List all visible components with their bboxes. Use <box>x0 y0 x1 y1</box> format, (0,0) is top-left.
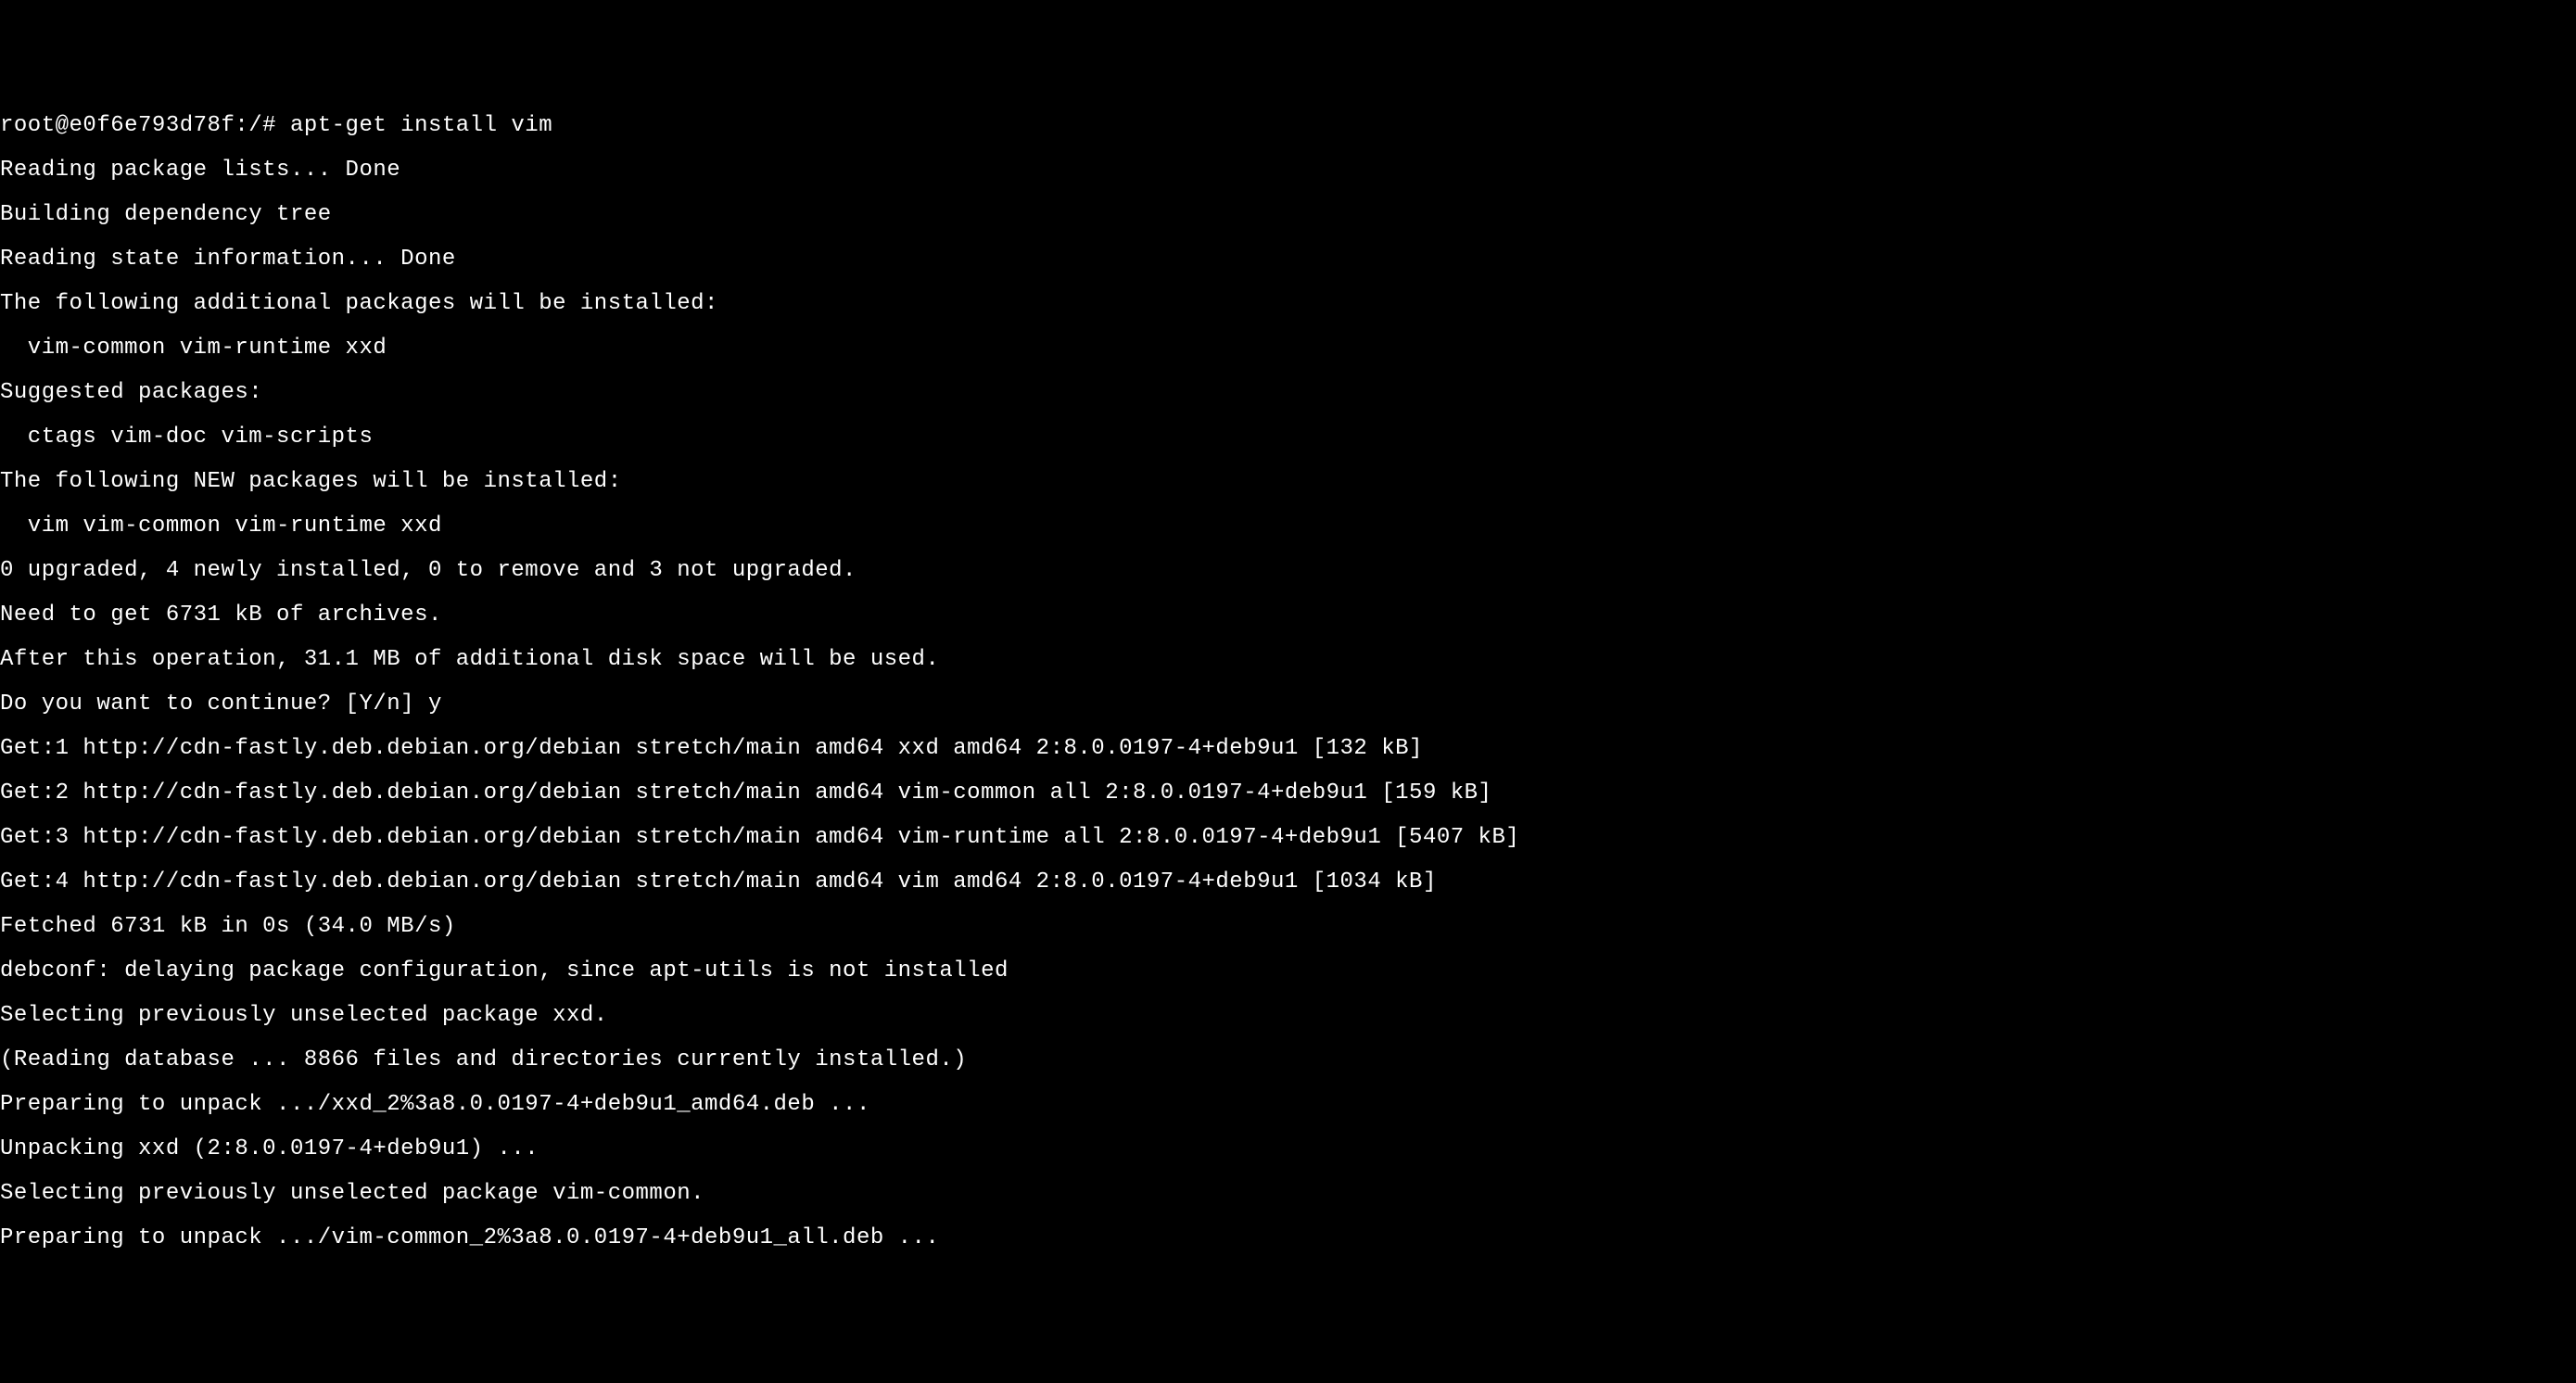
terminal-line: Get:4 http://cdn-fastly.deb.debian.org/d… <box>0 871 2576 894</box>
terminal-line: vim vim-common vim-runtime xxd <box>0 515 2576 538</box>
terminal-output[interactable]: root@e0f6e793d78f:/# apt-get install vim… <box>0 93 2576 1272</box>
terminal-line: The following NEW packages will be insta… <box>0 471 2576 493</box>
terminal-line: After this operation, 31.1 MB of additio… <box>0 649 2576 671</box>
terminal-line: Fetched 6731 kB in 0s (34.0 MB/s) <box>0 916 2576 938</box>
terminal-line: root@e0f6e793d78f:/# apt-get install vim <box>0 115 2576 137</box>
terminal-line: Get:3 http://cdn-fastly.deb.debian.org/d… <box>0 827 2576 849</box>
terminal-line: Preparing to unpack .../xxd_2%3a8.0.0197… <box>0 1094 2576 1116</box>
terminal-line: debconf: delaying package configuration,… <box>0 960 2576 983</box>
terminal-line: Reading package lists... Done <box>0 159 2576 182</box>
terminal-line: ctags vim-doc vim-scripts <box>0 426 2576 449</box>
terminal-line: Suggested packages: <box>0 382 2576 404</box>
terminal-line: Unpacking xxd (2:8.0.0197-4+deb9u1) ... <box>0 1138 2576 1161</box>
terminal-line: Get:2 http://cdn-fastly.deb.debian.org/d… <box>0 782 2576 805</box>
terminal-line: Reading state information... Done <box>0 248 2576 271</box>
terminal-line: Selecting previously unselected package … <box>0 1183 2576 1205</box>
terminal-line: Selecting previously unselected package … <box>0 1005 2576 1027</box>
terminal-line: Need to get 6731 kB of archives. <box>0 604 2576 627</box>
terminal-line: Get:1 http://cdn-fastly.deb.debian.org/d… <box>0 738 2576 760</box>
terminal-line: Preparing to unpack .../vim-common_2%3a8… <box>0 1227 2576 1250</box>
terminal-line: Do you want to continue? [Y/n] y <box>0 693 2576 716</box>
terminal-line: Building dependency tree <box>0 204 2576 226</box>
terminal-line: The following additional packages will b… <box>0 293 2576 315</box>
terminal-line: 0 upgraded, 4 newly installed, 0 to remo… <box>0 560 2576 582</box>
terminal-line: (Reading database ... 8866 files and dir… <box>0 1049 2576 1072</box>
terminal-line: vim-common vim-runtime xxd <box>0 337 2576 360</box>
